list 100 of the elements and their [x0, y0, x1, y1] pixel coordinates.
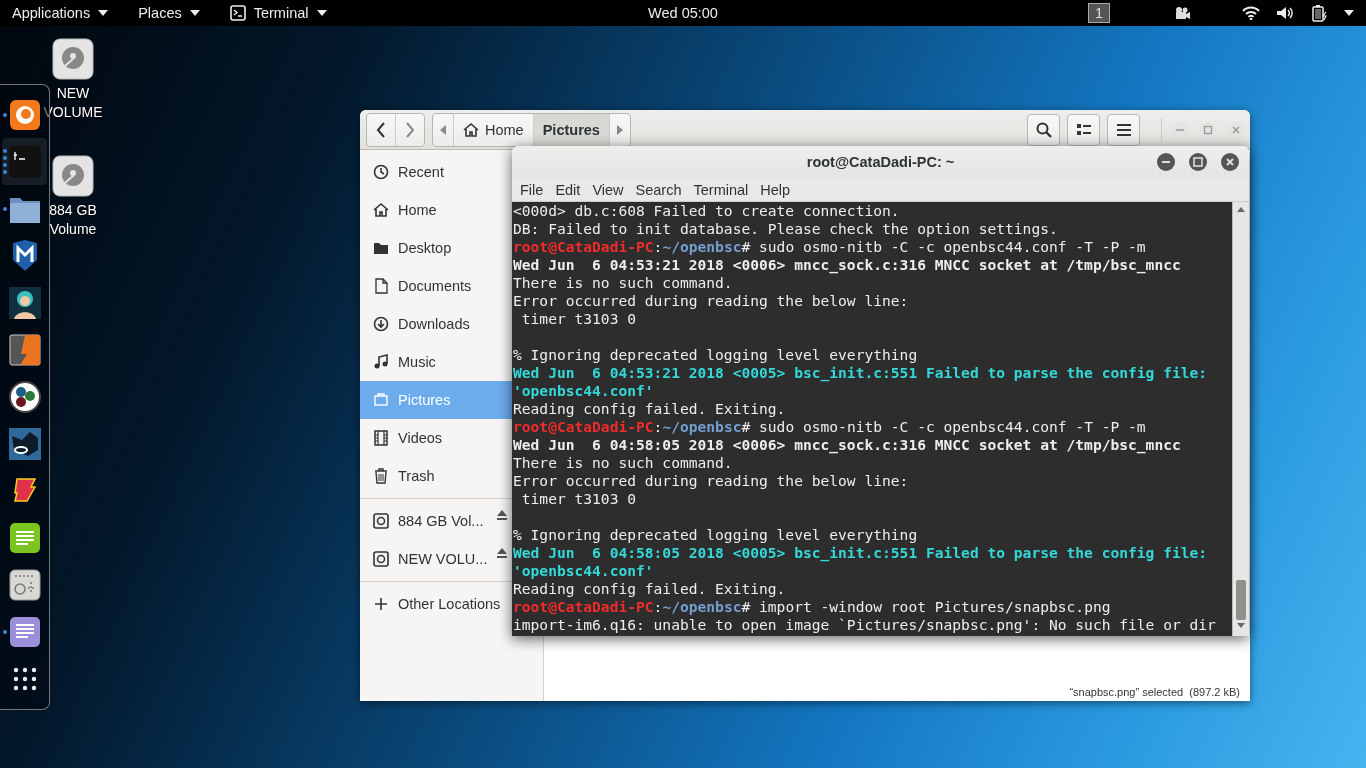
browser-icon[interactable] [8, 98, 41, 131]
chevron-left-icon [376, 121, 386, 138]
terminal-icon [229, 5, 246, 21]
home-icon [373, 202, 389, 218]
search-button[interactable] [1027, 113, 1060, 146]
menu-item[interactable]: View [586, 181, 630, 198]
sidebar-item[interactable]: Trash [360, 457, 512, 495]
terminal-line: <000d> db.c:608 Failed to create connection. [513, 202, 901, 220]
prompt-line: root@CataDadi-PC:~/openbsc# import -window root Pictures/snapbsc.png [513, 598, 1112, 616]
bull-icon[interactable] [8, 428, 41, 461]
terminal-line: import-im6.q16: unable to open image `Pictures/snapbsc.png': No such file or dir [513, 616, 1217, 634]
menu-button[interactable] [1107, 113, 1140, 146]
terminal-icon[interactable] [8, 145, 41, 178]
minimize-icon[interactable] [1157, 153, 1175, 171]
document-icon [373, 278, 389, 294]
running-indicator [3, 149, 7, 175]
sidebar-item[interactable]: Desktop [360, 229, 512, 267]
terminal-line: Reading config failed. Exiting. [513, 580, 787, 598]
search-icon [1035, 121, 1052, 138]
window-title: root@CataDadi-PC: ~ [806, 154, 955, 170]
menu-item[interactable]: Help [754, 181, 797, 198]
caret-icon [316, 10, 327, 16]
terminal-line: 'openbsc44.conf' [513, 562, 655, 580]
bolt-icon[interactable] [8, 333, 41, 366]
eject-icon[interactable] [496, 547, 508, 559]
terminal-line: There is no such command. [513, 274, 734, 292]
sidebar-item[interactable]: Documents [360, 267, 512, 305]
terminal-line: Wed Jun 6 04:58:05 2018 <0005> bsc_init.c:551 Failed to parse the config file: [513, 544, 1209, 562]
circles-icon[interactable] [8, 381, 41, 413]
terminal-line: timer t3103 0 [520, 490, 637, 508]
drive-icon[interactable] [52, 38, 94, 80]
maximize-icon[interactable] [1189, 153, 1207, 171]
running-indicator [3, 112, 7, 117]
drive-icon[interactable] [52, 155, 94, 197]
caret-icon [1344, 10, 1354, 16]
sidebar-item[interactable]: NEW VOLU... [360, 540, 512, 578]
prompt-line: root@CataDadi-PC:~/openbsc# sudo osmo-nitb -C -c openbsc44.conf -T -P -m [513, 418, 1147, 436]
eject-icon[interactable] [496, 509, 508, 521]
running-indicator [3, 630, 7, 635]
arrow-right-icon [616, 124, 623, 135]
sidebar-item[interactable]: Downloads [360, 305, 512, 343]
terminal-line: Wed Jun 6 04:58:05 2018 <0006> mncc_sock.c:316 MNCC socket at /tmp/bsc_mncc [513, 436, 1182, 454]
arrow-left-icon [440, 124, 446, 135]
drive-icon [373, 551, 389, 567]
notes-icon[interactable] [8, 522, 41, 555]
status-text: “snapbsc.png” selected (897.2 kB) [1069, 686, 1240, 698]
radio-icon[interactable] [8, 569, 41, 602]
terminal-line: Wed Jun 6 04:53:21 2018 <0005> bsc_init.c:551 Failed to parse the config file: [513, 364, 1209, 382]
top-menu[interactable]: Places [138, 5, 200, 21]
terminal-line: Wed Jun 6 04:53:21 2018 <0006> mncc_sock.c:316 MNCC socket at /tmp/bsc_mncc [513, 256, 1182, 274]
caret-icon [189, 10, 200, 16]
menu-item[interactable]: Terminal [687, 181, 755, 198]
menu-item[interactable]: Edit [549, 181, 587, 198]
figure-icon[interactable] [8, 286, 41, 319]
film-icon [373, 430, 389, 446]
terminal-line: % Ignoring deprecated logging level everything [513, 526, 919, 544]
menu-item[interactable]: File [514, 181, 550, 198]
plus-icon [373, 596, 389, 612]
text-editor-icon[interactable] [8, 616, 41, 649]
menu-icon [1116, 123, 1131, 136]
terminal-line: Reading config failed. Exiting. [513, 400, 787, 418]
battery-icon[interactable] [1310, 4, 1328, 22]
clock-icon [373, 164, 389, 180]
caret-icon [98, 10, 109, 16]
scrollbar-thumb[interactable] [1236, 580, 1246, 620]
prompt-line: root@CataDadi-PC:~/openbsc# sudo osmo-nitb -C -c openbsc44.conf -T -P -m [513, 238, 1147, 256]
sidebar-item[interactable]: Recent [360, 153, 512, 191]
menu-item[interactable]: Search [629, 181, 688, 198]
close-icon[interactable] [1221, 153, 1239, 171]
music-note-icon [373, 354, 389, 370]
chevron-right-icon [405, 121, 415, 138]
terminal-line: timer t3103 0 [520, 310, 637, 328]
terminal-line: DB: Failed to init database. Please check the option settings. [513, 220, 1059, 238]
app-menu[interactable]: Terminal [229, 5, 327, 21]
running-indicator [3, 206, 7, 211]
download-icon [373, 316, 389, 332]
sidebar-item[interactable]: 884 GB Vol... [360, 502, 512, 540]
view-toggle-button[interactable] [1067, 113, 1100, 146]
list-view-icon [1076, 122, 1091, 137]
top-menu[interactable]: Applications [12, 5, 109, 21]
sidebar-item[interactable]: Other Locations [360, 585, 512, 623]
terminal-line: Error occurred during reading the below line: [513, 292, 910, 310]
terminal-line: 'openbsc44.conf' [513, 382, 655, 400]
drive-label: NEW VOLUME [42, 84, 104, 122]
terminal-line: % Ignoring deprecated logging level everything [513, 346, 919, 364]
path-crumb[interactable]: Pictures [533, 113, 610, 146]
volume-icon[interactable] [1276, 6, 1294, 20]
path-crumb[interactable]: Home [454, 113, 534, 146]
drive-icon [373, 513, 389, 529]
wifi-icon[interactable] [1242, 6, 1260, 20]
clock[interactable]: Wed 05:00 [648, 5, 718, 21]
sidebar-item[interactable]: Videos [360, 419, 512, 457]
camera-icon [373, 392, 389, 408]
workspace-indicator[interactable]: 1 [1087, 3, 1110, 23]
trash-icon [373, 468, 389, 484]
scrollbar[interactable] [1232, 202, 1249, 636]
sidebar-item[interactable]: Music [360, 343, 512, 381]
home-icon [463, 121, 479, 138]
folder-icon [373, 240, 389, 256]
sidebar-item[interactable]: Home [360, 191, 512, 229]
